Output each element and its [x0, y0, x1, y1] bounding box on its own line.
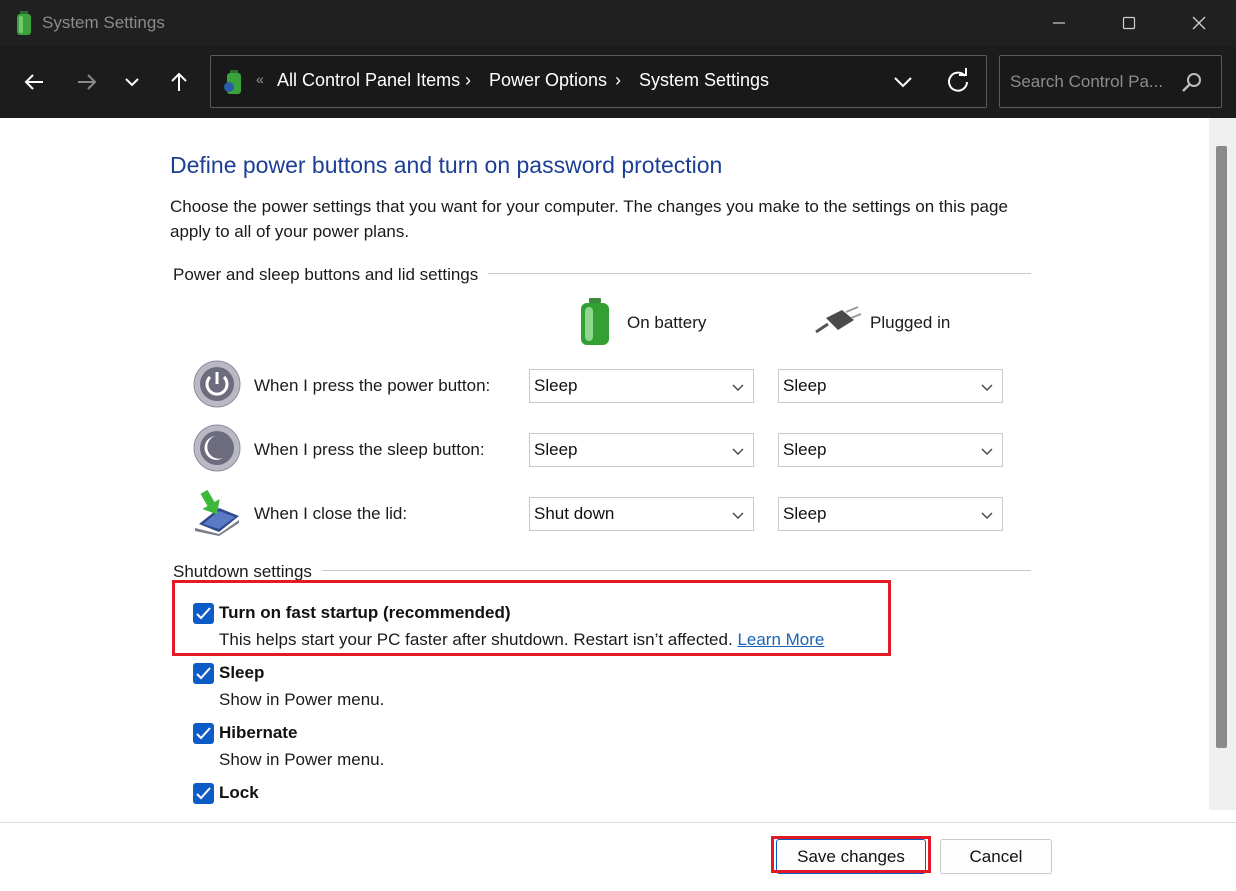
chevron-down-icon [981, 384, 993, 391]
chevron-down-icon[interactable] [891, 70, 915, 94]
power-plug-icon [815, 306, 862, 334]
breadcrumb-power-options[interactable]: Power Options [489, 70, 607, 91]
sleep-button-icon [193, 424, 241, 472]
arrow-left-icon [24, 74, 43, 90]
chevron-down-icon [732, 384, 744, 391]
chevron-down-icon [732, 448, 744, 455]
address-overflow[interactable]: « [256, 71, 264, 87]
address-bar[interactable]: « All Control Panel Items › Power Option… [210, 55, 987, 108]
search-box[interactable]: Search Control Pa... [999, 55, 1222, 108]
battery-icon [581, 298, 609, 345]
search-input[interactable]: Search Control Pa... [1010, 72, 1163, 92]
close-icon [1192, 16, 1206, 30]
laptop-lid-icon [195, 489, 239, 536]
page-description: Choose the power settings that you want … [170, 197, 1008, 241]
arrow-right-icon [78, 74, 97, 90]
chevron-down-icon [732, 512, 744, 519]
close-lid-plugged-select[interactable]: Sleep [778, 497, 1003, 531]
chevron-down-icon [125, 78, 139, 87]
minimize-icon [1053, 22, 1065, 24]
select-value: Sleep [534, 376, 578, 395]
lock-label[interactable]: Lock [219, 783, 259, 803]
close-button[interactable] [1164, 0, 1234, 46]
select-value: Sleep [783, 440, 827, 459]
fast-startup-highlight [172, 580, 891, 656]
refresh-icon[interactable] [945, 68, 971, 94]
power-group-title: Power and sleep buttons and lid settings [173, 265, 489, 285]
chevron-down-icon [981, 512, 993, 519]
arrow-up-icon [171, 72, 187, 91]
select-value: Sleep [534, 440, 578, 459]
battery-location-icon [224, 70, 241, 94]
column-plugged-in: Plugged in [870, 313, 951, 332]
navigation-bar: « All Control Panel Items › Power Option… [0, 46, 1236, 118]
sleep-description: Show in Power menu. [219, 690, 385, 709]
forward-button[interactable] [69, 64, 105, 100]
close-lid-battery-select[interactable]: Shut down [529, 497, 754, 531]
column-on-battery: On battery [627, 313, 707, 332]
content-area: Define power buttons and turn on passwor… [0, 118, 1236, 822]
up-button[interactable] [161, 64, 197, 100]
sleep-label[interactable]: Sleep [219, 663, 264, 683]
breadcrumb-system-settings[interactable]: System Settings [639, 70, 769, 91]
power-button-battery-select[interactable]: Sleep [529, 369, 754, 403]
power-button-icon [193, 360, 241, 408]
power-button-label: When I press the power button: [254, 376, 491, 395]
page-title: Define power buttons and turn on passwor… [170, 152, 723, 178]
checkmark-icon [196, 787, 211, 800]
system-settings-window: System Settings « All Control Panel Item… [0, 0, 1236, 891]
maximize-button[interactable] [1094, 0, 1164, 46]
maximize-icon [1122, 16, 1136, 30]
recent-locations-button[interactable] [114, 64, 150, 100]
breadcrumb-all-control-panel-items[interactable]: All Control Panel Items [277, 70, 460, 91]
checkmark-icon [196, 667, 211, 680]
select-value: Shut down [534, 504, 615, 523]
title-bar: System Settings [0, 0, 1236, 46]
select-value: Sleep [783, 376, 827, 395]
scrollbar-thumb[interactable] [1216, 146, 1227, 748]
sleep-checkbox[interactable] [193, 663, 214, 684]
shutdown-group-title: Shutdown settings [173, 562, 322, 582]
battery-app-icon [17, 11, 31, 35]
save-changes-highlight [771, 836, 931, 873]
hibernate-description: Show in Power menu. [219, 750, 385, 769]
back-button[interactable] [16, 64, 52, 100]
lock-checkbox[interactable] [193, 783, 214, 804]
hibernate-label[interactable]: Hibernate [219, 723, 297, 743]
breadcrumb-separator[interactable]: › [465, 70, 471, 91]
power-button-plugged-select[interactable]: Sleep [778, 369, 1003, 403]
minimize-button[interactable] [1024, 0, 1094, 46]
select-value: Sleep [783, 504, 827, 523]
sleep-button-label: When I press the sleep button: [254, 440, 485, 459]
checkmark-icon [196, 727, 211, 740]
sleep-button-plugged-select[interactable]: Sleep [778, 433, 1003, 467]
cancel-button[interactable]: Cancel [940, 839, 1052, 874]
breadcrumb-separator[interactable]: › [615, 70, 621, 91]
sleep-button-battery-select[interactable]: Sleep [529, 433, 754, 467]
chevron-down-icon [981, 448, 993, 455]
dialog-footer: Save changes Cancel [0, 822, 1236, 891]
hibernate-checkbox[interactable] [193, 723, 214, 744]
close-lid-label: When I close the lid: [254, 504, 408, 523]
search-icon[interactable] [1181, 71, 1203, 93]
window-title: System Settings [42, 13, 165, 32]
